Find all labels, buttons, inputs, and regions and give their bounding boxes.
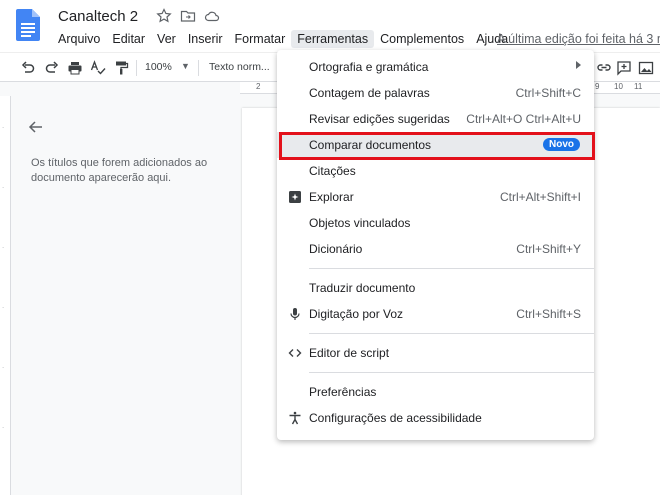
move-folder-icon[interactable] — [180, 8, 196, 29]
menu-item-script-editor[interactable]: Editor de script — [277, 340, 594, 366]
menu-item-label: Digitação por Voz — [309, 307, 404, 321]
menu-item-citations[interactable]: Citações — [277, 158, 594, 184]
outline-empty-message: Os títulos que forem adicionados ao docu… — [31, 157, 208, 184]
add-comment-icon[interactable] — [616, 60, 632, 76]
menu-arquivo[interactable]: Arquivo — [52, 30, 106, 48]
menu-item-label: Objetos vinculados — [309, 216, 411, 230]
menu-item-shortcut: Ctrl+Shift+Y — [516, 242, 581, 256]
redo-icon[interactable] — [44, 60, 60, 76]
document-outline-panel: Os títulos que forem adicionados ao docu… — [11, 96, 240, 495]
menu-item-spelling-grammar[interactable]: Ortografia e gramática — [277, 54, 594, 80]
spellcheck-icon[interactable] — [90, 60, 106, 76]
menu-item-preferences[interactable]: Preferências — [277, 379, 594, 405]
ruler-number: 10 — [614, 82, 623, 91]
menu-item-label: Revisar edições sugeridas — [309, 112, 450, 126]
menu-editar[interactable]: Editar — [106, 30, 151, 48]
code-icon — [287, 345, 303, 361]
last-edit-link[interactable]: A última edição foi feita há 3 min — [497, 32, 660, 46]
menu-item-review-suggested-edits[interactable]: Revisar edições sugeridas Ctrl+Alt+O Ctr… — [277, 106, 594, 132]
ruler-tick: · — [2, 124, 5, 131]
zoom-caret-icon[interactable]: ▼ — [181, 61, 190, 71]
ruler-tick: · — [2, 244, 5, 251]
menu-ferramentas[interactable]: Ferramentas — [291, 30, 375, 48]
menu-item-shortcut: Ctrl+Alt+O Ctrl+Alt+U — [466, 112, 581, 126]
new-badge: Novo — [543, 138, 580, 151]
menu-item-label: Preferências — [309, 385, 377, 399]
menu-item-label: Editor de script — [309, 346, 390, 360]
menu-item-label: Ortografia e gramática — [309, 60, 429, 74]
title-icons — [156, 8, 220, 29]
menu-item-shortcut: Ctrl+Alt+Shift+I — [499, 190, 581, 204]
ruler-tick: · — [2, 424, 5, 431]
cloud-status-icon[interactable] — [204, 8, 220, 29]
accessibility-icon — [287, 410, 303, 426]
docs-logo-icon[interactable] — [16, 9, 40, 41]
ruler-tick: · — [2, 364, 5, 371]
menu-item-label: Comparar documentos — [309, 138, 432, 152]
menu-item-translate-document[interactable]: Traduzir documento — [277, 275, 594, 301]
menu-separator — [309, 268, 594, 269]
menu-item-label: Dicionário — [309, 242, 363, 256]
menu-item-linked-objects[interactable]: Objetos vinculados — [277, 210, 594, 236]
menu-complementos[interactable]: Complementos — [374, 30, 470, 48]
menu-bar: Arquivo Editar Ver Inserir Formatar Ferr… — [52, 30, 514, 48]
menu-item-accessibility-settings[interactable]: Configurações de acessibilidade — [277, 405, 594, 431]
zoom-select[interactable]: 100% — [145, 61, 172, 73]
app-header: Canaltech 2 Arquivo Editar Ver Inserir F… — [0, 0, 660, 52]
menu-separator — [309, 333, 594, 334]
menu-item-shortcut: Ctrl+Shift+S — [516, 307, 581, 321]
menu-item-label: Citações — [309, 164, 356, 178]
paragraph-style-select[interactable]: Texto norm... — [209, 61, 270, 73]
print-icon[interactable] — [67, 60, 83, 76]
ruler-number: 11 — [634, 82, 643, 91]
toolbar-separator — [198, 60, 199, 76]
menu-item-label: Contagem de palavras — [309, 86, 430, 100]
insert-image-icon[interactable] — [638, 60, 654, 76]
tools-menu: Ortografia e gramática Contagem de palav… — [277, 50, 594, 440]
paint-format-icon[interactable] — [113, 60, 129, 76]
menu-item-voice-typing[interactable]: Digitação por Voz Ctrl+Shift+S — [277, 301, 594, 327]
explore-icon — [287, 189, 303, 205]
menu-item-label: Explorar — [309, 190, 354, 204]
menu-item-word-count[interactable]: Contagem de palavras Ctrl+Shift+C — [277, 80, 594, 106]
submenu-arrow-icon — [576, 61, 581, 69]
menu-item-shortcut: Ctrl+Shift+C — [515, 86, 581, 100]
menu-formatar[interactable]: Formatar — [229, 30, 292, 48]
insert-link-icon[interactable] — [596, 60, 612, 76]
star-icon[interactable] — [156, 8, 172, 29]
menu-inserir[interactable]: Inserir — [182, 30, 229, 48]
toolbar-separator — [136, 60, 137, 76]
vertical-ruler[interactable]: · · · · · · — [0, 96, 11, 495]
document-title[interactable]: Canaltech 2 — [58, 8, 138, 25]
menu-ver[interactable]: Ver — [151, 30, 182, 48]
ruler-tick: · — [2, 184, 5, 191]
ruler-number: 9 — [595, 82, 600, 91]
undo-icon[interactable] — [20, 60, 36, 76]
microphone-icon — [287, 306, 303, 322]
menu-item-compare-documents[interactable]: Comparar documentos Novo — [277, 132, 594, 158]
back-arrow-icon[interactable] — [27, 118, 45, 136]
ruler-tick: · — [2, 304, 5, 311]
menu-item-label: Configurações de acessibilidade — [309, 411, 482, 425]
menu-item-label: Traduzir documento — [309, 281, 416, 295]
ruler-number: 2 — [256, 82, 261, 91]
menu-item-dictionary[interactable]: Dicionário Ctrl+Shift+Y — [277, 236, 594, 262]
menu-separator — [309, 372, 594, 373]
menu-item-explore[interactable]: Explorar Ctrl+Alt+Shift+I — [277, 184, 594, 210]
